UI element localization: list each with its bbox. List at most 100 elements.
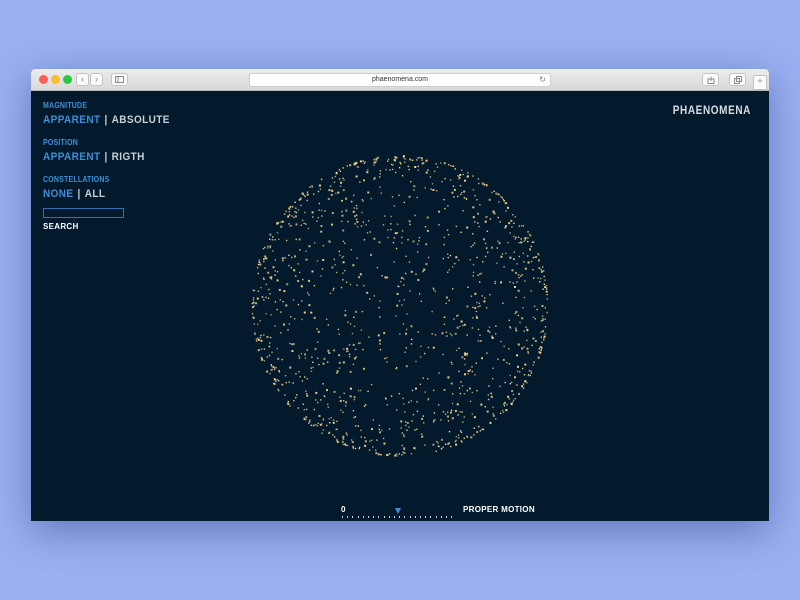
star [290, 267, 293, 269]
proper-motion-slider-track[interactable] [342, 516, 454, 520]
star [377, 334, 380, 337]
star [508, 398, 511, 400]
star [301, 380, 304, 382]
star [478, 425, 480, 428]
star [298, 357, 301, 359]
star [411, 420, 413, 422]
star [544, 318, 546, 320]
star [367, 191, 370, 194]
star [273, 383, 275, 385]
slider-tick [430, 516, 432, 518]
reload-icon[interactable]: ↻ [539, 74, 546, 86]
star [312, 424, 315, 427]
position-apparent-option[interactable]: APPARENT [43, 151, 100, 163]
star [349, 164, 352, 167]
star [331, 189, 334, 192]
star [476, 256, 478, 259]
sidebar-button[interactable] [111, 73, 128, 86]
star [446, 335, 448, 337]
star [490, 392, 492, 394]
star [340, 409, 342, 411]
star [444, 207, 446, 210]
divider: | [104, 114, 108, 127]
minimize-window-button[interactable] [51, 75, 60, 84]
star [269, 246, 272, 249]
star [320, 399, 322, 401]
slider-tick [388, 516, 390, 518]
new-tab-button[interactable]: + [753, 75, 767, 90]
star [422, 377, 424, 379]
star [538, 348, 541, 350]
star [469, 259, 471, 261]
star [304, 195, 306, 198]
star [369, 298, 371, 300]
star [546, 288, 548, 291]
star [367, 169, 369, 171]
star [501, 196, 503, 199]
star [497, 216, 499, 219]
constellations-none-option[interactable]: NONE [43, 188, 74, 200]
star [474, 195, 476, 197]
star [389, 453, 391, 455]
position-right-option[interactable]: RIGTH [112, 151, 145, 163]
star [337, 328, 340, 331]
proper-motion-slider-handle[interactable] [395, 508, 401, 514]
zoom-window-button[interactable] [63, 75, 72, 84]
star [352, 343, 355, 346]
star [448, 430, 451, 433]
forward-button[interactable]: › [90, 73, 103, 86]
star [263, 360, 266, 362]
star [475, 362, 477, 364]
star [523, 296, 526, 299]
magnitude-absolute-option[interactable]: ABSOLUTE [112, 114, 170, 126]
back-button[interactable]: ‹ [76, 73, 89, 86]
star [299, 376, 301, 378]
star [306, 191, 309, 193]
star [360, 225, 363, 227]
star [382, 224, 385, 226]
share-button[interactable] [702, 73, 719, 86]
star [410, 343, 413, 345]
search-button[interactable]: SEARCH [43, 222, 79, 231]
star [493, 212, 496, 215]
star [408, 426, 410, 428]
brand-logo[interactable]: PHAENOMENA [673, 105, 751, 118]
star [355, 175, 358, 178]
star [330, 193, 333, 196]
star [316, 220, 318, 222]
star [331, 177, 334, 179]
star [369, 440, 371, 442]
star [447, 234, 450, 236]
star [278, 389, 280, 392]
magnitude-apparent-option[interactable]: APPARENT [43, 114, 100, 126]
star [257, 290, 260, 292]
star [521, 317, 524, 320]
star [532, 316, 535, 318]
star [351, 332, 354, 335]
close-window-button[interactable] [39, 75, 48, 84]
star [471, 391, 473, 394]
search-input[interactable] [43, 208, 124, 218]
star [363, 367, 365, 370]
tabs-button[interactable] [729, 73, 746, 86]
star [445, 296, 448, 299]
constellations-all-option[interactable]: ALL [85, 188, 106, 200]
star [340, 286, 343, 289]
star [521, 385, 524, 388]
star [359, 160, 362, 163]
star [468, 387, 471, 390]
star [295, 373, 297, 375]
star [356, 284, 358, 286]
star [318, 202, 321, 205]
address-bar[interactable]: phaenomena.com ↻ [249, 73, 551, 87]
star [473, 427, 475, 429]
star [349, 395, 352, 398]
star [366, 171, 369, 174]
star [327, 361, 329, 363]
star [485, 247, 488, 249]
star [299, 271, 301, 274]
star [425, 263, 428, 266]
star [479, 281, 481, 283]
star [456, 315, 458, 317]
star [509, 281, 511, 283]
